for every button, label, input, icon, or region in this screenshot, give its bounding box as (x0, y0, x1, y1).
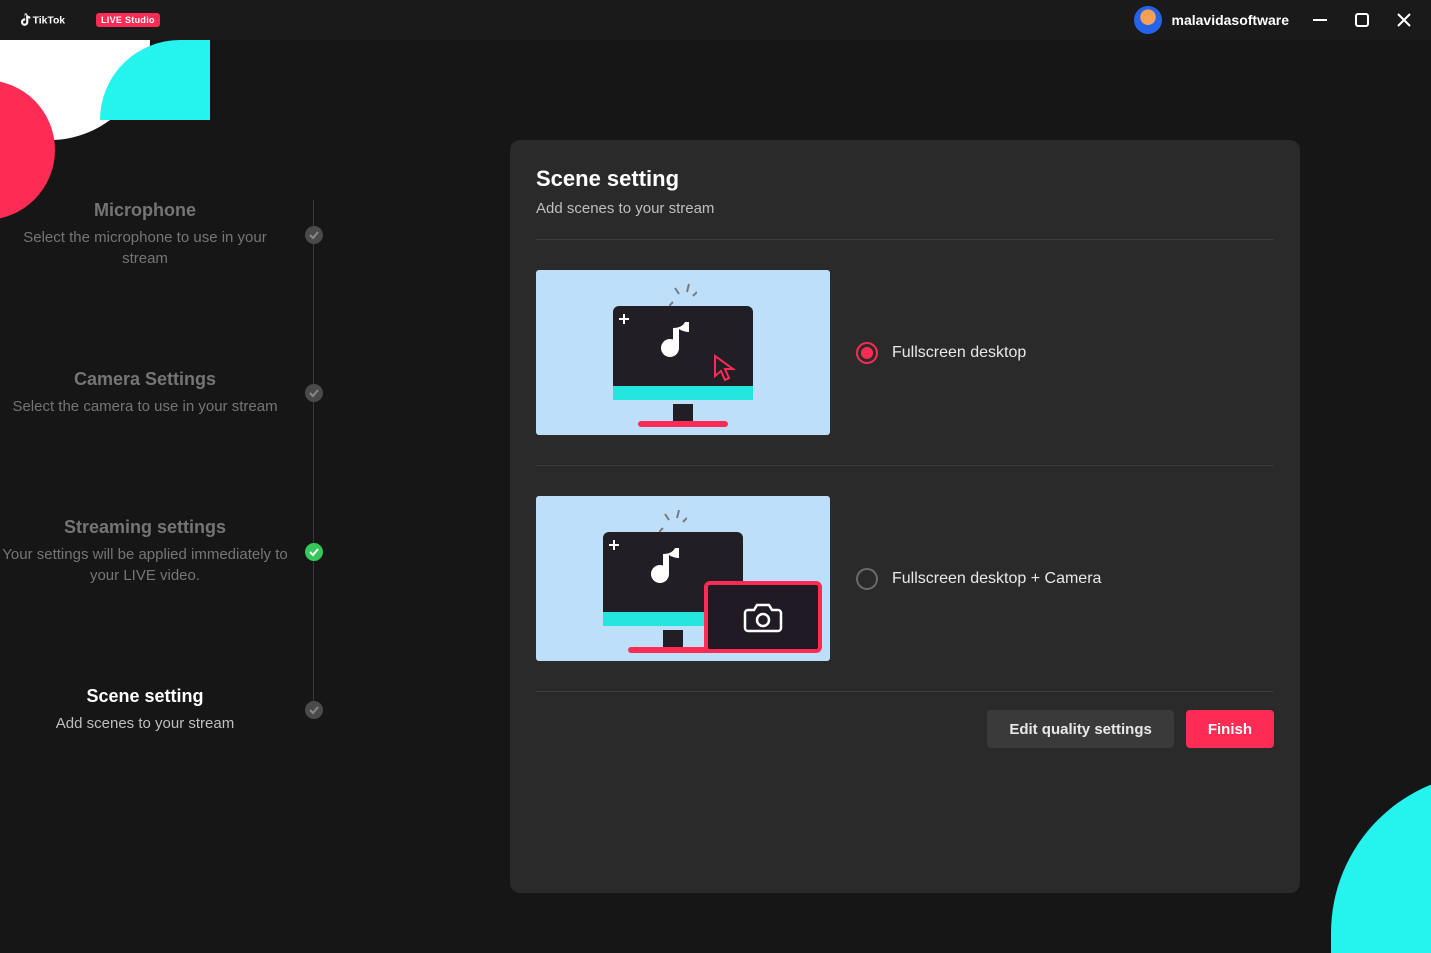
burst-icon (669, 282, 697, 306)
stepper-line (313, 200, 314, 705)
maximize-icon (1354, 12, 1370, 28)
step-desc: Add scenes to your stream (0, 713, 290, 734)
panel-title: Scene setting (536, 166, 1274, 192)
edit-quality-button[interactable]: Edit quality settings (987, 710, 1174, 748)
close-icon (1396, 12, 1412, 28)
title-bar: TikTok LIVE Studio malavidasoftware (0, 0, 1431, 40)
step-desc: Select the microphone to use in your str… (0, 227, 290, 269)
camera-overlay (704, 581, 822, 653)
scene-thumbnail (536, 496, 830, 661)
user-profile[interactable]: malavidasoftware (1134, 6, 1290, 34)
check-icon (309, 705, 319, 715)
finish-button[interactable]: Finish (1186, 710, 1274, 748)
close-button[interactable] (1395, 11, 1413, 29)
step-title: Camera Settings (0, 369, 290, 390)
step-microphone[interactable]: Microphone Select the microphone to use … (0, 200, 420, 269)
step-title: Microphone (0, 200, 290, 221)
scene-option-fullscreen-camera[interactable]: Fullscreen desktop + Camera (536, 465, 1274, 691)
radio-label: Fullscreen desktop (892, 344, 1026, 362)
setup-stepper: Microphone Select the microphone to use … (0, 40, 420, 893)
radio-label: Fullscreen desktop + Camera (892, 570, 1101, 588)
panel-header: Scene setting Add scenes to your stream (536, 166, 1274, 240)
step-indicator-current (305, 701, 323, 719)
radio-fullscreen-camera[interactable]: Fullscreen desktop + Camera (856, 568, 1101, 590)
sparkle-icon (609, 540, 619, 550)
scene-thumbnail (536, 270, 830, 435)
step-camera[interactable]: Camera Settings Select the camera to use… (0, 369, 420, 417)
live-studio-badge: LIVE Studio (96, 13, 160, 27)
tiktok-note-icon (657, 320, 697, 371)
radio-indicator (856, 342, 878, 364)
check-icon (309, 388, 319, 398)
maximize-button[interactable] (1353, 11, 1371, 29)
panel-subtitle: Add scenes to your stream (536, 200, 1274, 217)
step-indicator-checked (305, 226, 323, 244)
svg-text:TikTok: TikTok (33, 16, 66, 27)
tiktok-logo-icon: TikTok (18, 10, 90, 30)
radio-fullscreen[interactable]: Fullscreen desktop (856, 342, 1026, 364)
step-desc: Your settings will be applied immediatel… (0, 544, 290, 586)
sparkle-icon (619, 314, 629, 324)
app-logo: TikTok LIVE Studio (18, 10, 160, 30)
cursor-icon (713, 354, 737, 387)
check-icon (309, 547, 319, 557)
tiktok-note-icon (647, 546, 687, 597)
avatar (1134, 6, 1162, 34)
check-icon (309, 230, 319, 240)
scene-option-fullscreen[interactable]: Fullscreen desktop (536, 240, 1274, 465)
step-title: Scene setting (0, 686, 290, 707)
window-controls (1311, 11, 1413, 29)
radio-indicator (856, 568, 878, 590)
step-title: Streaming settings (0, 517, 290, 538)
username: malavidasoftware (1172, 12, 1290, 28)
camera-icon (742, 600, 784, 634)
step-streaming[interactable]: Streaming settings Your settings will be… (0, 517, 420, 586)
minimize-icon (1312, 12, 1328, 28)
step-scene[interactable]: Scene setting Add scenes to your stream (0, 686, 420, 734)
step-desc: Select the camera to use in your stream (0, 396, 290, 417)
step-indicator-done (305, 543, 323, 561)
scene-setting-panel: Scene setting Add scenes to your stream (510, 140, 1300, 893)
step-indicator-checked (305, 384, 323, 402)
minimize-button[interactable] (1311, 11, 1329, 29)
panel-footer: Edit quality settings Finish (536, 691, 1274, 748)
burst-icon (659, 508, 687, 532)
